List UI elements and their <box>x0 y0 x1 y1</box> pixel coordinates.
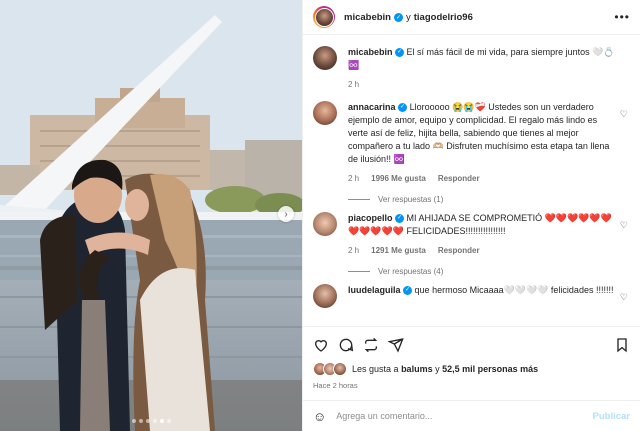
emoji-picker-icon[interactable]: ☺ <box>313 409 326 424</box>
likes-count[interactable]: 52,5 mil personas más <box>442 364 538 374</box>
author-joiner: y <box>406 11 411 23</box>
caption-text-2: ♾️ <box>348 60 360 70</box>
view-replies-button[interactable]: Ver respuestas (1) <box>348 195 630 204</box>
comment-item: luudelaguila ✓ que hermoso Micaaaa🤍🤍🤍🤍 f… <box>313 284 630 308</box>
comment-text: que hermoso Micaaaa🤍🤍🤍🤍 felicidades !!!!… <box>414 285 614 295</box>
likes-summary[interactable]: Les gusta a balums y 52,5 mil personas m… <box>313 362 630 376</box>
share-send-icon[interactable] <box>388 337 404 353</box>
carousel-next-button[interactable]: › <box>278 206 294 222</box>
caption: micabebin ✓ El sí más fácil de mi vida, … <box>313 46 630 91</box>
reply-button[interactable]: Responder <box>438 172 480 185</box>
comment-item: annacarina ✓ Llorooooo 😭😭❤️‍🩹 Ustedes so… <box>313 101 630 185</box>
like-heart-icon[interactable] <box>313 337 329 353</box>
carousel-dot <box>145 419 150 423</box>
view-replies-label: Ver respuestas (4) <box>378 267 444 276</box>
comment-time: 2 h <box>348 174 360 183</box>
likes-joiner: y <box>435 364 440 374</box>
more-options-icon[interactable]: ••• <box>614 10 630 24</box>
caption-text: El sí más fácil de mi vida, para siempre… <box>406 47 615 57</box>
liker-avatar <box>333 362 347 376</box>
post-photo[interactable]: › <box>0 0 302 431</box>
coauthor-username[interactable]: tiagodelrio96 <box>414 12 473 23</box>
author-avatar[interactable] <box>313 6 335 28</box>
comment-avatar[interactable] <box>313 212 337 236</box>
comment-avatar[interactable] <box>313 284 337 308</box>
comment-item: piacopello ✓ MI AHIJADA SE COMPROMETIÓ ❤… <box>313 212 630 257</box>
comment-avatar[interactable] <box>313 101 337 125</box>
comment-bubble-icon[interactable] <box>338 337 354 353</box>
post-header: micabebin ✓ y tiagodelrio96 ••• <box>303 0 640 35</box>
verified-badge-icon: ✓ <box>395 214 405 224</box>
verified-badge-icon: ✓ <box>398 103 408 113</box>
comment-likes[interactable]: 1291 Me gusta <box>371 244 426 257</box>
carousel-dot <box>138 419 143 423</box>
photo-scene <box>0 0 302 431</box>
author-names: micabebin ✓ y tiagodelrio96 <box>344 12 473 23</box>
post-actions: Les gusta a balums y 52,5 mil personas m… <box>303 326 640 390</box>
comment-like-heart-icon[interactable]: ♡ <box>620 109 628 120</box>
carousel-dot <box>166 419 171 423</box>
view-replies-button[interactable]: Ver respuestas (4) <box>348 267 630 276</box>
verified-badge-icon: ✓ <box>395 48 405 58</box>
comment-username[interactable]: annacarina <box>348 102 396 112</box>
verified-badge-icon: ✓ <box>403 286 413 296</box>
comment-username[interactable]: luudelaguila <box>348 285 401 295</box>
comment-input[interactable] <box>336 411 577 421</box>
caption-avatar[interactable] <box>313 46 337 70</box>
post-comment-button[interactable]: Publicar <box>593 411 631 422</box>
carousel-dot <box>131 419 136 423</box>
comment-likes[interactable]: 1996 Me gusta <box>371 172 426 185</box>
save-bookmark-icon[interactable] <box>614 337 630 353</box>
verified-badge-icon: ✓ <box>394 12 403 22</box>
comment-like-heart-icon[interactable]: ♡ <box>620 220 628 231</box>
add-comment-bar: ☺ Publicar <box>303 400 640 431</box>
comment-username[interactable]: piacopello <box>348 213 393 223</box>
liker-username[interactable]: balums <box>401 364 433 374</box>
carousel-dot <box>159 419 164 423</box>
post-time: Hace 2 horas <box>313 381 358 390</box>
post-panel: micabebin ✓ y tiagodelrio96 ••• micabebi… <box>302 0 640 431</box>
comment-time: 2 h <box>348 246 360 255</box>
caption-username[interactable]: micabebin <box>348 47 393 57</box>
view-replies-label: Ver respuestas (1) <box>378 195 444 204</box>
repost-icon[interactable] <box>363 337 379 353</box>
author-username[interactable]: micabebin <box>344 12 391 23</box>
reply-button[interactable]: Responder <box>438 244 480 257</box>
carousel-dots <box>0 419 302 423</box>
caption-time: 2 h <box>348 80 360 89</box>
comments-list[interactable]: micabebin ✓ El sí más fácil de mi vida, … <box>303 36 640 326</box>
carousel-dot <box>152 419 157 423</box>
comment-like-heart-icon[interactable]: ♡ <box>620 292 628 303</box>
likes-prefix: Les gusta a <box>352 364 399 374</box>
